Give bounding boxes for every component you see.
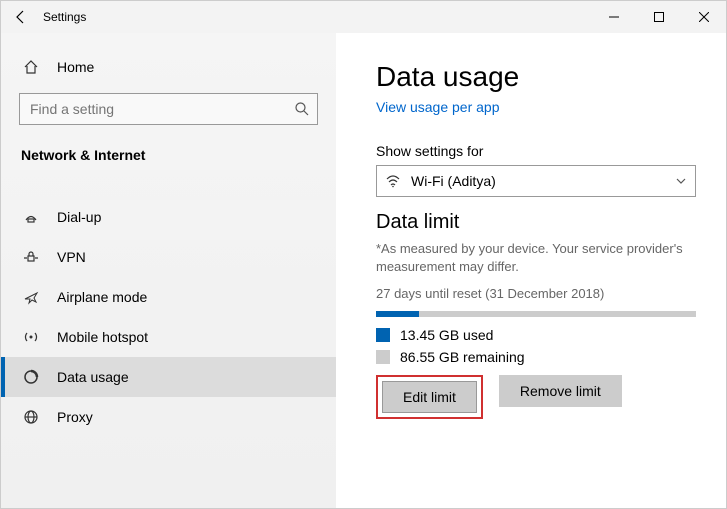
home-icon <box>21 59 41 75</box>
nav-home[interactable]: Home <box>1 51 336 83</box>
search-input[interactable] <box>19 93 318 125</box>
sidebar-item-hotspot[interactable]: Mobile hotspot <box>1 317 336 357</box>
sidebar-item-label: Dial-up <box>57 209 101 225</box>
wifi-icon <box>385 173 403 189</box>
edit-limit-button[interactable]: Edit limit <box>382 381 477 413</box>
sidebar-item-label: Proxy <box>57 409 93 425</box>
window-title: Settings <box>41 10 86 24</box>
page-heading: Data usage <box>376 61 696 93</box>
title-bar: Settings <box>1 1 726 33</box>
usage-bar-fill <box>376 311 419 317</box>
edit-limit-highlight: Edit limit <box>376 375 483 419</box>
network-dropdown[interactable]: Wi-Fi (Aditya) <box>376 165 696 197</box>
sidebar-item-label: Mobile hotspot <box>57 329 148 345</box>
maximize-button[interactable] <box>636 1 681 33</box>
main-content: Data usage View usage per app Show setti… <box>336 33 726 508</box>
used-swatch <box>376 328 390 342</box>
usage-bar <box>376 311 696 317</box>
minimize-button[interactable] <box>591 1 636 33</box>
show-settings-label: Show settings for <box>376 143 696 159</box>
back-button[interactable] <box>1 9 41 25</box>
sidebar-item-proxy[interactable]: Proxy <box>1 397 336 437</box>
sidebar-item-dialup[interactable]: Dial-up <box>1 197 336 237</box>
search-icon <box>294 101 310 117</box>
sidebar-group-title: Network & Internet <box>1 137 336 177</box>
sidebar-item-label: VPN <box>57 249 86 265</box>
sidebar-item-label: Airplane mode <box>57 289 147 305</box>
remove-limit-button[interactable]: Remove limit <box>499 375 622 407</box>
proxy-icon <box>21 409 41 425</box>
measurement-note: *As measured by your device. Your servic… <box>376 240 696 276</box>
used-label: 13.45 GB used <box>400 327 493 343</box>
remaining-swatch <box>376 350 390 364</box>
sidebar-item-datausage[interactable]: Data usage <box>1 357 336 397</box>
data-limit-heading: Data limit <box>376 211 696 234</box>
airplane-icon <box>21 289 41 305</box>
usage-used-row: 13.45 GB used <box>376 327 696 343</box>
vpn-icon <box>21 249 41 265</box>
dialup-icon <box>21 209 41 225</box>
search-container <box>19 93 318 125</box>
sidebar-item-airplane[interactable]: Airplane mode <box>1 277 336 317</box>
hotspot-icon <box>21 329 41 345</box>
reset-info: 27 days until reset (31 December 2018) <box>376 286 696 301</box>
dropdown-value: Wi-Fi (Aditya) <box>411 173 496 189</box>
sidebar: Home Network & Internet Dial-up <box>1 33 336 508</box>
sidebar-item-vpn[interactable]: VPN <box>1 237 336 277</box>
datausage-icon <box>21 369 41 385</box>
remaining-label: 86.55 GB remaining <box>400 349 525 365</box>
nav-home-label: Home <box>57 59 94 75</box>
close-button[interactable] <box>681 1 726 33</box>
view-usage-link[interactable]: View usage per app <box>376 99 696 115</box>
usage-remaining-row: 86.55 GB remaining <box>376 349 696 365</box>
sidebar-item-label: Data usage <box>57 369 129 385</box>
chevron-down-icon <box>675 175 687 187</box>
